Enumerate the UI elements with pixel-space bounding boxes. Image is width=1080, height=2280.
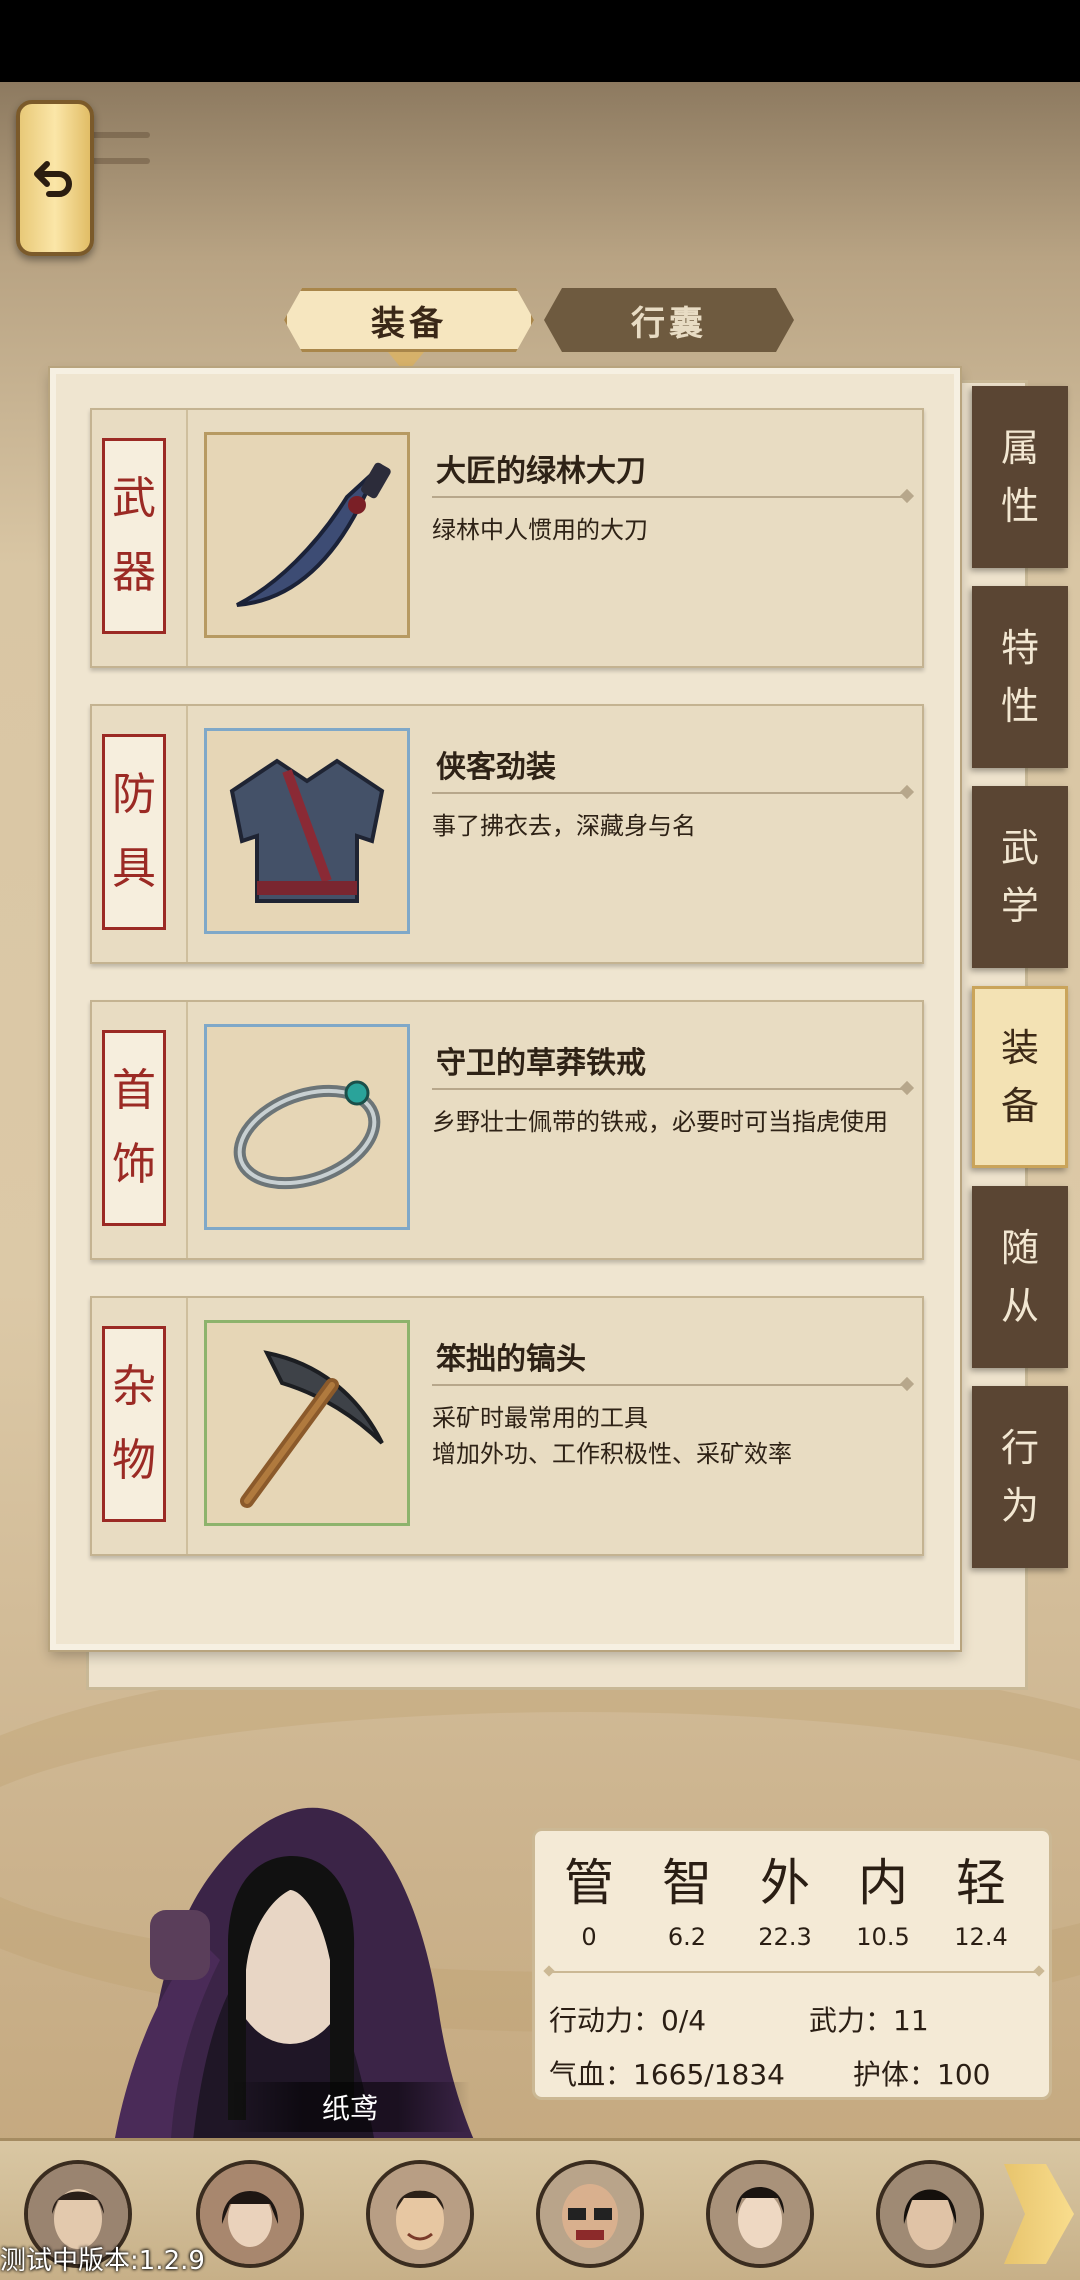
protection: 护体：100	[853, 2058, 991, 2091]
stat-management: 管 0	[564, 1854, 614, 1951]
avatar-character-6[interactable]	[876, 2160, 984, 2268]
version-label: 测试中版本:1.2.9	[0, 2246, 205, 2276]
item-name: 守卫的草莽铁戒	[436, 1046, 646, 1081]
item-description: 采矿时最常用的工具 增加外功、工作积极性、采矿效率	[432, 1404, 792, 1468]
item-slot-misc[interactable]	[204, 1320, 410, 1526]
slot-label: 首 饰	[102, 1030, 166, 1226]
avatar-character-2[interactable]	[196, 2160, 304, 2268]
portrait-icon	[710, 2164, 810, 2264]
item-name: 大匠的绿林大刀	[436, 454, 646, 489]
side-tab-martial-arts[interactable]: 武学	[972, 786, 1068, 968]
portrait-icon	[540, 2164, 640, 2264]
stat-external: 外 22.3	[758, 1854, 812, 1951]
equipment-card-accessory[interactable]: 首 饰 守卫的草莽铁戒 乡野壮士佩带的铁戒，必要时可当指虎使用	[90, 1000, 924, 1260]
slot-label: 武 器	[102, 438, 166, 634]
side-tab-equipment[interactable]: 装备	[972, 986, 1068, 1168]
item-name: 侠客劲装	[436, 750, 556, 785]
armor-icon	[229, 758, 385, 903]
saber-icon	[236, 462, 391, 607]
side-tab-traits[interactable]: 特性	[972, 586, 1068, 768]
status-bar	[0, 0, 1080, 82]
stat-agility: 轻 12.4	[954, 1854, 1008, 1951]
equipment-card-misc[interactable]: 杂 物 笨拙的镐头 采矿时最常用的工具 增加外功、工作积极性、采矿效率	[90, 1296, 924, 1556]
item-description: 乡野壮士佩带的铁戒，必要时可当指虎使用	[432, 1108, 888, 1136]
stat-internal: 内 10.5	[856, 1854, 910, 1951]
item-slot-armor[interactable]	[204, 728, 410, 934]
side-tab-attributes[interactable]: 属性	[972, 386, 1068, 568]
hp: 气血：1665/1834	[549, 2058, 785, 2091]
item-slot-weapon[interactable]	[204, 432, 410, 638]
item-name: 笨拙的镐头	[436, 1342, 586, 1377]
stat-intelligence: 智 6.2	[662, 1854, 712, 1951]
item-description: 绿林中人惯用的大刀	[432, 516, 648, 544]
portrait-icon	[880, 2164, 980, 2264]
action-power: 行动力：0/4	[549, 2004, 707, 2037]
avatar-character-5[interactable]	[706, 2160, 814, 2268]
pickaxe-icon	[240, 1350, 384, 1508]
avatar-character-4[interactable]	[536, 2160, 644, 2268]
portrait-icon	[200, 2164, 300, 2264]
martial-power: 武力：11	[809, 2004, 929, 2037]
tab-bag[interactable]: 行囊	[544, 288, 794, 352]
item-slot-accessory[interactable]	[204, 1024, 410, 1230]
slot-label: 杂 物	[102, 1326, 166, 1522]
stats-panel: 管 0 智 6.2 外 22.3 内 10.5 轻 12.4 行动力：0/4 武…	[532, 1828, 1052, 2100]
character-name: 纸鸢	[230, 2082, 470, 2132]
side-tab-followers[interactable]: 随从	[972, 1186, 1068, 1368]
side-tab-behavior[interactable]: 行为	[972, 1386, 1068, 1568]
back-button[interactable]	[16, 100, 94, 256]
item-description: 事了拂衣去，深藏身与名	[432, 812, 696, 840]
slot-label: 防 具	[102, 734, 166, 930]
ring-icon	[233, 1080, 381, 1190]
undo-icon	[34, 161, 72, 197]
equipment-panel: 武 器 大匠的绿林大刀 绿林中人惯用的大刀 防 具 侠客劲装 事了拂衣去，深藏身…	[50, 368, 960, 1650]
equipment-card-armor[interactable]: 防 具 侠客劲装 事了拂衣去，深藏身与名	[90, 704, 924, 964]
portrait-icon	[370, 2164, 470, 2264]
tab-equipment[interactable]: 装备	[284, 288, 534, 352]
avatar-character-3[interactable]	[366, 2160, 474, 2268]
equipment-card-weapon[interactable]: 武 器 大匠的绿林大刀 绿林中人惯用的大刀	[90, 408, 924, 668]
